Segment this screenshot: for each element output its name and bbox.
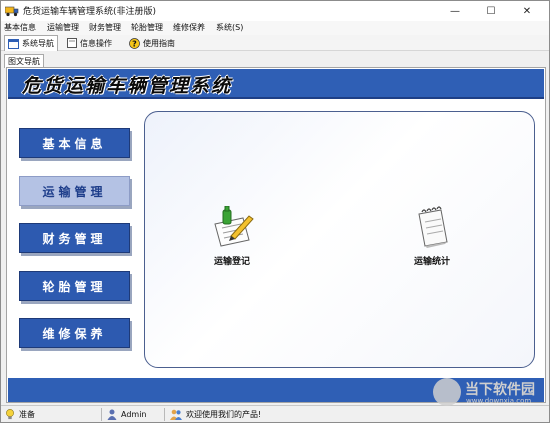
tool-system-nav-label: 系统导航 <box>22 39 54 48</box>
application-window: 危货运输车辆管理系统(非注册版) — ☐ ✕ 基本信息 运输管理 财务管理 轮胎… <box>0 0 550 423</box>
status-ready-label: 准备 <box>19 409 35 419</box>
title-bar[interactable]: 危货运输车辆管理系统(非注册版) — ☐ ✕ <box>1 1 549 21</box>
status-welcome: 欢迎使用我们的产品! <box>170 407 261 421</box>
help-icon: ? <box>129 37 140 49</box>
watermark-text: 当下软件园 <box>465 382 535 398</box>
menu-maintenance[interactable]: 维修保养 <box>173 22 205 33</box>
system-nav-icon <box>8 38 19 49</box>
window-title: 危货运输车辆管理系统(非注册版) <box>23 7 157 17</box>
feature-panel: 运输登记 运输统计 <box>144 111 535 368</box>
user-icon <box>107 409 117 420</box>
menu-basic-info[interactable]: 基本信息 <box>4 22 36 33</box>
close-button[interactable]: ✕ <box>509 1 545 21</box>
status-user-label: Admin <box>121 409 147 419</box>
feature-transport-register[interactable]: 运输登记 <box>209 206 255 267</box>
maximize-icon: ☐ <box>486 5 496 17</box>
minimize-button[interactable]: — <box>437 1 473 21</box>
tool-help-guide[interactable]: ? 使用指南 <box>129 36 175 50</box>
feature-transport-statistics[interactable]: 运输统计 <box>411 206 453 267</box>
watermark-logo-icon <box>433 378 461 406</box>
tool-help-guide-label: 使用指南 <box>143 38 175 48</box>
status-separator <box>101 408 102 421</box>
nav-finance-management[interactable]: 财务管理 <box>19 223 130 253</box>
lightbulb-icon <box>6 408 14 419</box>
status-ready: 准备 <box>5 407 35 421</box>
close-icon: ✕ <box>522 5 532 17</box>
transport-statistics-icon <box>418 206 448 248</box>
status-user: Admin <box>107 407 147 421</box>
svg-text:?: ? <box>132 39 137 48</box>
nav-transport-management[interactable]: 运输管理 <box>19 176 130 206</box>
info-operation-icon <box>67 38 77 48</box>
menu-bar: 基本信息 运输管理 财务管理 轮胎管理 维修保养 系统(S) <box>1 21 549 35</box>
nav-basic-info[interactable]: 基本信息 <box>19 128 130 158</box>
menu-finance[interactable]: 财务管理 <box>89 22 121 33</box>
transport-register-icon <box>214 206 254 247</box>
watermark-url: www.downxia.com <box>466 397 532 405</box>
tool-info-operation-label: 信息操作 <box>80 38 112 48</box>
tool-info-operation[interactable]: 信息操作 <box>67 36 112 50</box>
tool-system-nav[interactable]: 系统导航 <box>4 35 58 51</box>
nav-tire-management[interactable]: 轮胎管理 <box>19 271 130 301</box>
menu-system[interactable]: 系统(S) <box>216 22 243 33</box>
feature-transport-register-label: 运输登记 <box>213 257 250 267</box>
watermark: 当下软件园 www.downxia.com <box>433 378 549 410</box>
minimize-icon: — <box>450 5 460 17</box>
truck-app-icon <box>5 6 19 17</box>
feature-transport-statistics-label: 运输统计 <box>413 257 450 267</box>
banner-title: 危货运输车辆管理系统 <box>22 75 233 97</box>
main-content: 危货运输车辆管理系统 基本信息 运输管理 财务管理 轮胎管理 维修保养 运输登记… <box>6 67 546 403</box>
status-welcome-label: 欢迎使用我们的产品! <box>186 409 262 419</box>
header-banner: 危货运输车辆管理系统 <box>8 69 544 99</box>
nav-maintenance[interactable]: 维修保养 <box>19 318 130 348</box>
users-icon <box>170 409 182 420</box>
maximize-button[interactable]: ☐ <box>473 1 509 21</box>
status-separator <box>164 408 165 421</box>
tab-graphic-navigation[interactable]: 图文导航 <box>4 54 44 68</box>
menu-tire[interactable]: 轮胎管理 <box>131 22 163 33</box>
menu-transport[interactable]: 运输管理 <box>47 22 79 33</box>
toolbar: 系统导航 信息操作 ? 使用指南 <box>1 35 549 51</box>
